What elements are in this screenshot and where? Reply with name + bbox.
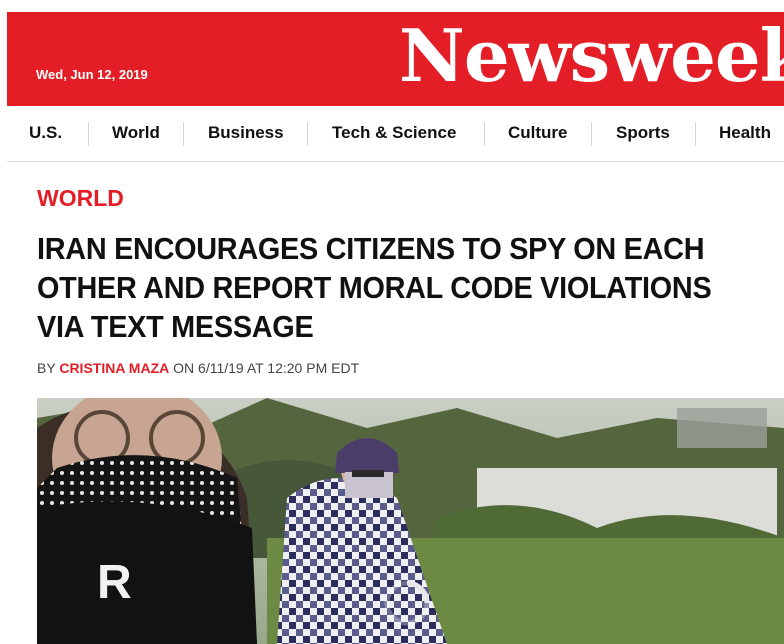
nav-divider (591, 122, 592, 146)
nav-divider (307, 122, 308, 146)
author-link[interactable]: CRISTINA MAZA (59, 360, 169, 376)
main-nav: U.S. World Business Tech & Science Cultu… (7, 106, 784, 162)
byline-on: ON (173, 360, 195, 376)
newsweek-logo[interactable]: Newsweek (399, 20, 784, 92)
nav-item-business[interactable]: Business (208, 123, 284, 143)
nav-item-sports[interactable]: Sports (616, 123, 670, 143)
nav-divider (88, 122, 89, 146)
headline-line: OTHER AND REPORT MORAL CODE VIOLATIONS (37, 270, 712, 305)
byline-prefix: BY (37, 360, 56, 376)
nav-divider (183, 122, 184, 146)
nav-item-tech-science[interactable]: Tech & Science (332, 123, 456, 143)
nav-item-health[interactable]: Health (719, 123, 771, 143)
nav-item-us[interactable]: U.S. (29, 123, 62, 143)
nav-item-culture[interactable]: Culture (508, 123, 568, 143)
top-strip (0, 0, 784, 12)
byline-datetime: 6/11/19 AT 12:20 PM EDT (198, 360, 360, 376)
nav-item-world[interactable]: World (112, 123, 160, 143)
masthead: Wed, Jun 12, 2019 Newsweek (7, 12, 784, 106)
section-label[interactable]: WORLD (37, 185, 124, 212)
hero-video[interactable]: R (37, 398, 784, 644)
nav-divider (484, 122, 485, 146)
shirt-print: R (97, 556, 132, 609)
hero-video-frame: R (37, 398, 784, 644)
byline: BY CRISTINA MAZA ON 6/11/19 AT 12:20 PM … (37, 360, 359, 376)
article-headline: IRAN ENCOURAGES CITIZENS TO SPY ON EACH … (37, 229, 730, 346)
masthead-date: Wed, Jun 12, 2019 (36, 67, 148, 82)
headline-line: VIA TEXT MESSAGE (37, 309, 314, 344)
headline-line: IRAN ENCOURAGES CITIZENS TO SPY ON EACH (37, 231, 705, 266)
nav-divider (695, 122, 696, 146)
